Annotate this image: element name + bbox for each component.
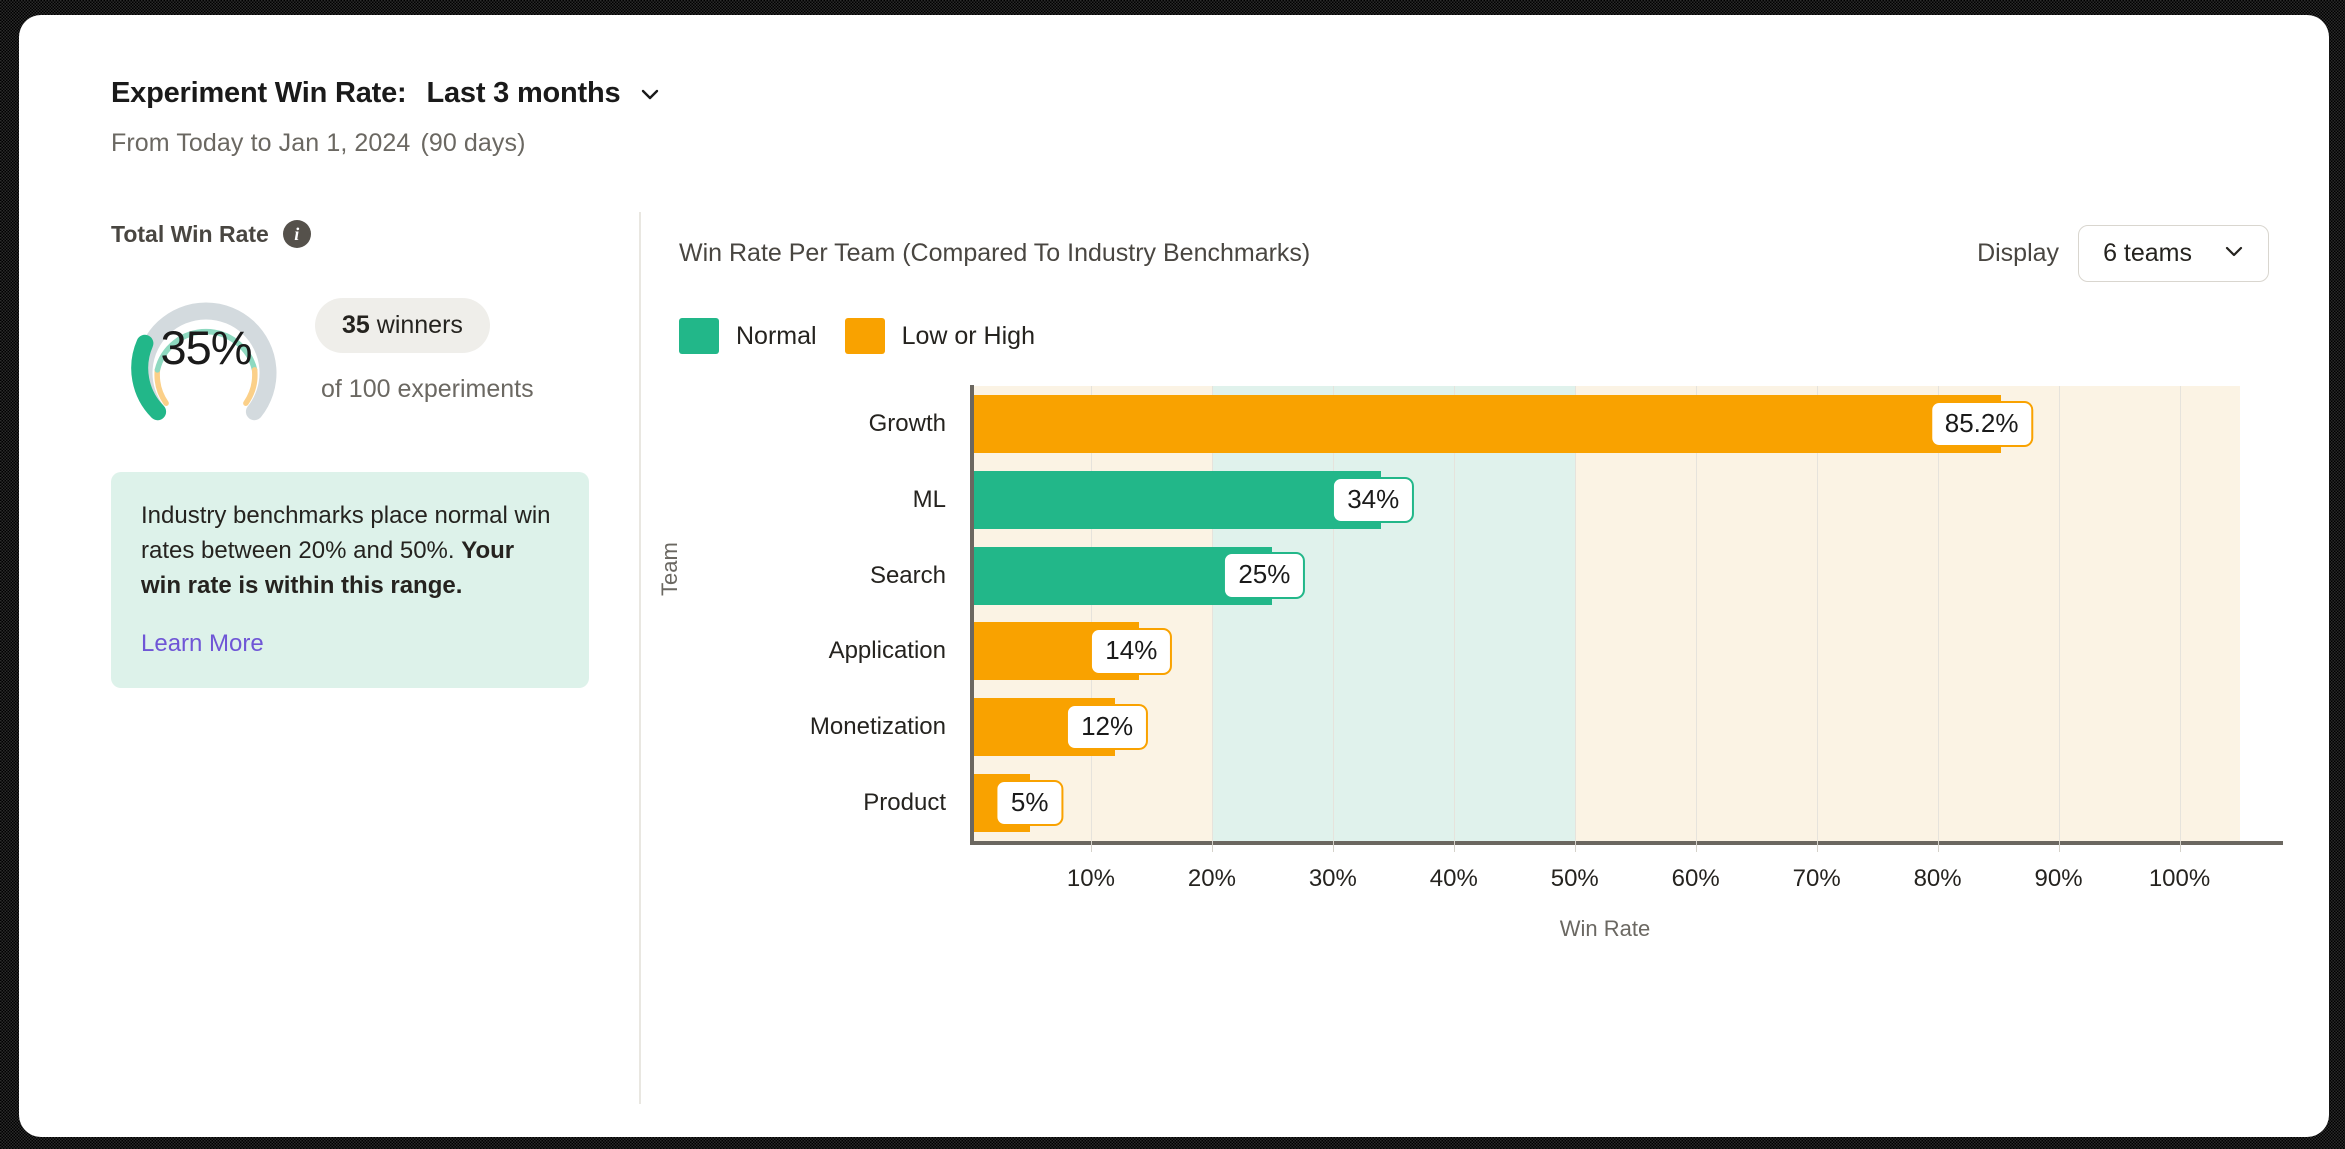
total-win-rate-label: Total Win Rate: [111, 220, 269, 247]
gauge-row: 35% 35 winners of 100 experiments: [111, 272, 611, 432]
y-axis-tick-label: Search: [869, 561, 946, 589]
bar[interactable]: [970, 394, 2001, 453]
chart-header: Win Rate Per Team (Compared To Industry …: [679, 225, 2269, 282]
bar-value-label: 25%: [1223, 552, 1306, 599]
gauge-value-label: 35%: [160, 320, 252, 374]
info-icon[interactable]: i: [282, 220, 311, 248]
x-axis-tick-label: 50%: [1550, 865, 1599, 892]
date-range-value[interactable]: Last 3 months: [426, 77, 620, 110]
tick-mark: [1937, 841, 1940, 852]
bar-value-label: 14%: [1090, 628, 1173, 675]
total-win-rate-header: Total Win Rate i: [111, 220, 611, 248]
legend-swatch: [679, 318, 719, 354]
benchmark-callout: Industry benchmarks place normal win rat…: [111, 472, 589, 689]
x-axis-tick-label: 70%: [1792, 865, 1841, 892]
date-range-text: From Today to Jan 1, 2024: [111, 129, 411, 157]
tick-mark: [2058, 841, 2061, 852]
learn-more-link[interactable]: Learn More: [141, 630, 264, 658]
y-axis-tick-label: Monetization: [809, 713, 946, 741]
display-teams-select[interactable]: 6 teams: [2078, 225, 2269, 282]
legend-label: Normal: [736, 321, 817, 350]
y-axis-tick-label: ML: [912, 485, 946, 513]
winners-total-label: of 100 experiments: [321, 375, 534, 403]
chevron-down-icon[interactable]: [637, 81, 663, 107]
display-control: Display 6 teams: [1977, 225, 2269, 282]
winners-word: winners: [376, 311, 463, 339]
tick-mark: [1695, 841, 1698, 852]
chevron-down-icon: [2222, 239, 2246, 268]
tick-mark: [1574, 841, 1577, 852]
tick-mark: [1816, 841, 1819, 852]
total-win-rate-panel: Total Win Rate i 35% 35 winners of 100 e…: [111, 220, 611, 689]
bar-row: 34%: [970, 462, 2240, 538]
win-rate-card: Experiment Win Rate: Last 3 months From …: [19, 15, 2329, 1137]
plot-box: 85.2% 34% 25% 14% 12% 5%: [970, 385, 2240, 841]
legend-item[interactable]: Normal: [679, 318, 817, 354]
tick-mark: [1211, 841, 1214, 852]
bar-value-label: 85.2%: [1929, 400, 2034, 448]
card-header: Experiment Win Rate: Last 3 months From …: [111, 77, 663, 158]
y-axis-line: [970, 385, 974, 841]
bar-row: 12%: [970, 689, 2240, 765]
bar-row: 85.2%: [970, 386, 2240, 462]
legend-label: Low or High: [901, 321, 1035, 350]
winners-summary: 35 winners of 100 experiments: [315, 272, 534, 404]
bar-value-label: 12%: [1066, 704, 1149, 751]
bar-chart: Team Growth ML Search Application Monetizati…: [657, 385, 2283, 941]
chart-title: Win Rate Per Team (Compared To Industry …: [679, 239, 1311, 267]
bar-row: 5%: [970, 765, 2240, 841]
bar-series: 85.2% 34% 25% 14% 12% 5%: [970, 386, 2240, 841]
panel-divider: [639, 212, 641, 1104]
winners-count: 35: [342, 311, 370, 339]
x-axis-ticks: 10% 20% 30% 40% 50% 60% 70% 80% 90% 100%: [970, 841, 2240, 901]
win-rate-per-team-panel: Win Rate Per Team (Compared To Industry …: [657, 225, 2283, 941]
bar-value-label: 5%: [995, 779, 1064, 827]
tick-mark: [1090, 841, 1093, 852]
y-axis-tick-label: Application: [828, 637, 946, 665]
x-axis-tick-label: 100%: [2148, 865, 2211, 892]
bar-value-label: 34%: [1332, 476, 1415, 523]
x-axis-tick-label: 20%: [1187, 865, 1236, 892]
y-axis-tick-labels: Growth ML Search Application Monetization Pro…: [679, 386, 964, 841]
x-axis-tick-label: 40%: [1429, 865, 1478, 892]
bar-row: 14%: [970, 613, 2240, 689]
x-axis-label: Win Rate: [1559, 916, 1651, 941]
tick-mark: [1453, 841, 1456, 852]
title-row: Experiment Win Rate: Last 3 months: [111, 77, 663, 110]
bar[interactable]: [970, 470, 1382, 529]
win-rate-gauge: 35%: [111, 272, 301, 432]
tick-mark: [1332, 841, 1335, 852]
bar-row: 25%: [970, 538, 2240, 614]
page-title: Experiment Win Rate:: [111, 77, 407, 109]
y-axis-tick-label: Growth: [868, 409, 946, 437]
date-range-days: (90 days): [420, 129, 526, 157]
x-axis-tick-label: 90%: [2034, 865, 2083, 892]
legend-item[interactable]: Low or High: [844, 318, 1035, 354]
chart-legend: Normal Low or High: [679, 318, 2269, 354]
date-range-subtitle: From Today to Jan 1, 2024 (90 days): [111, 129, 663, 158]
display-label: Display: [1977, 239, 2060, 267]
x-axis-tick-label: 10%: [1066, 865, 1115, 892]
tick-mark: [2179, 841, 2182, 852]
legend-swatch: [844, 318, 885, 354]
winners-badge: 35 winners: [315, 298, 490, 353]
x-axis-tick-label: 60%: [1671, 865, 1720, 892]
x-axis-tick-label: 80%: [1913, 865, 1962, 892]
y-axis-tick-label: Product: [863, 789, 946, 817]
x-axis-tick-label: 30%: [1308, 865, 1357, 892]
display-teams-value: 6 teams: [2103, 239, 2192, 267]
benchmark-callout-text: Industry benchmarks place normal win rat…: [141, 498, 559, 603]
